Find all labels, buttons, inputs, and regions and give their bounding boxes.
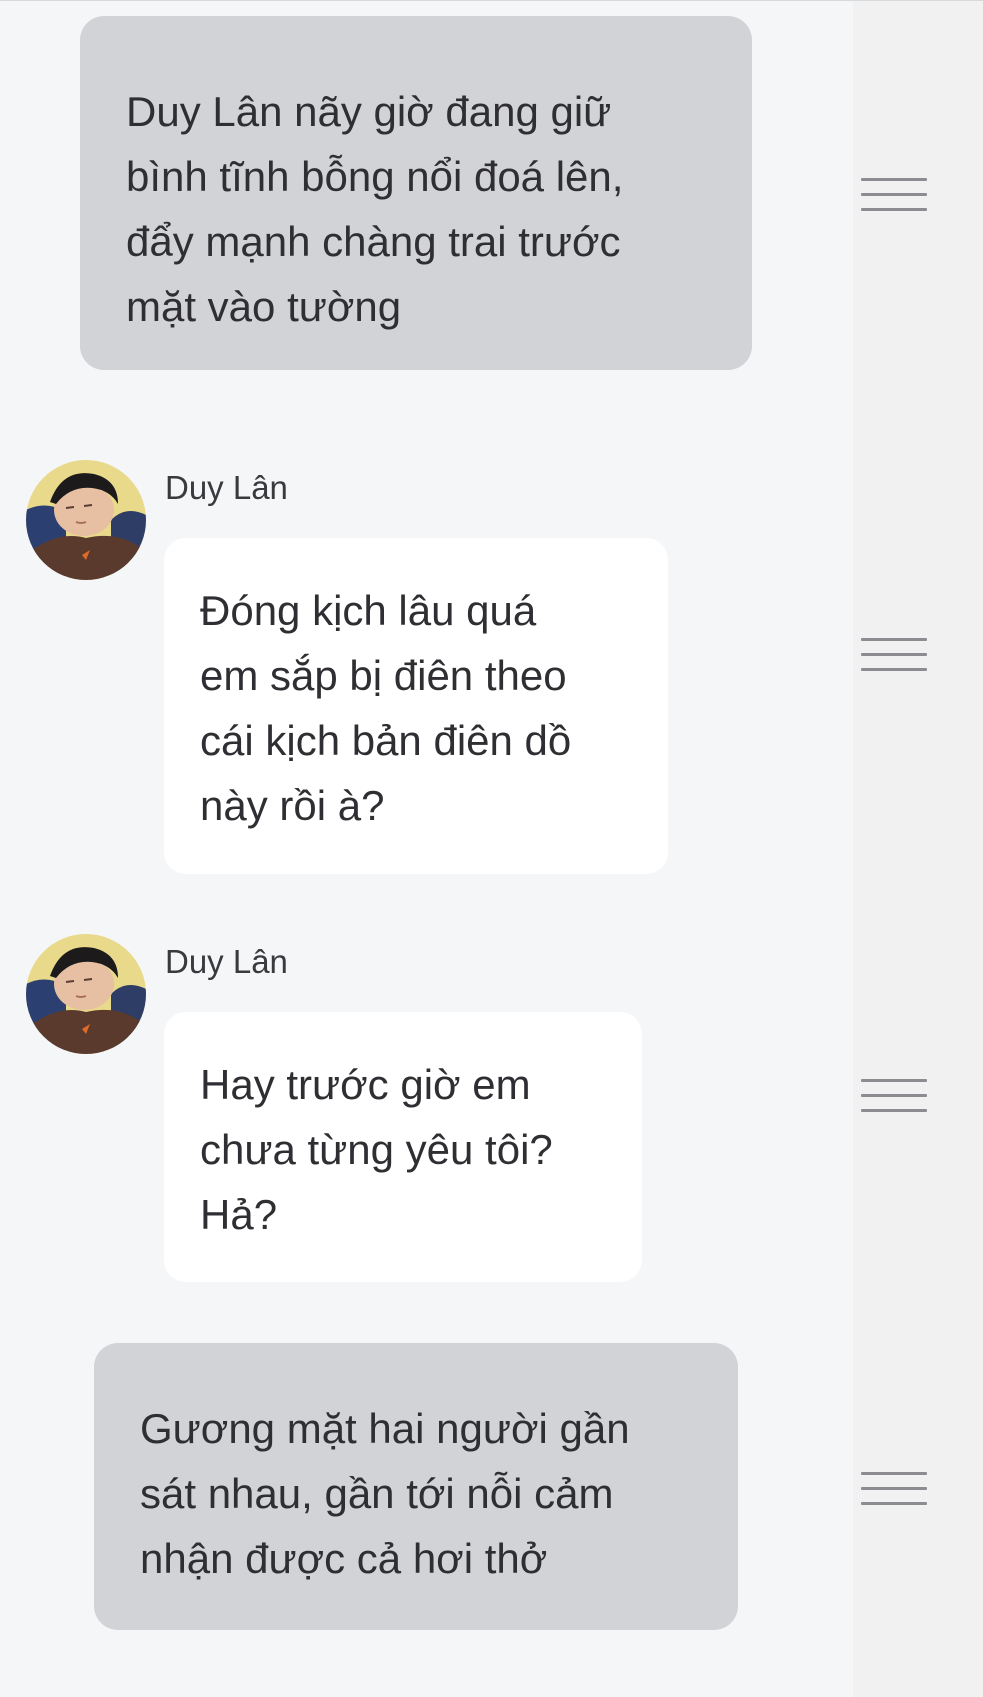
hamburger-menu-icon[interactable] [861, 1079, 927, 1113]
right-rail [853, 0, 983, 1697]
chat-screen: Duy Lân nãy giờ đang giữ bình tĩnh bỗng … [0, 0, 983, 1697]
top-divider [0, 0, 983, 1]
speech-bubble: Hay trước giờ em chưa từng yêu tôi? Hả? [164, 1012, 642, 1282]
hamburger-menu-icon[interactable] [861, 1472, 927, 1506]
speaker-avatar[interactable] [26, 934, 146, 1054]
speaker-name: Duy Lân [165, 943, 288, 980]
sleeping-boy-avatar-icon [26, 934, 146, 1054]
narration-bubble: Duy Lân nãy giờ đang giữ bình tĩnh bỗng … [80, 16, 752, 370]
sleeping-boy-avatar-icon [26, 460, 146, 580]
speaker-name: Duy Lân [165, 469, 288, 506]
hamburger-menu-icon[interactable] [861, 638, 927, 672]
hamburger-menu-icon[interactable] [861, 178, 927, 212]
speaker-avatar[interactable] [26, 460, 146, 580]
narration-bubble: Gương mặt hai người gần sát nhau, gần tớ… [94, 1343, 738, 1630]
speech-bubble: Đóng kịch lâu quá em sắp bị điên theo cá… [164, 538, 668, 874]
